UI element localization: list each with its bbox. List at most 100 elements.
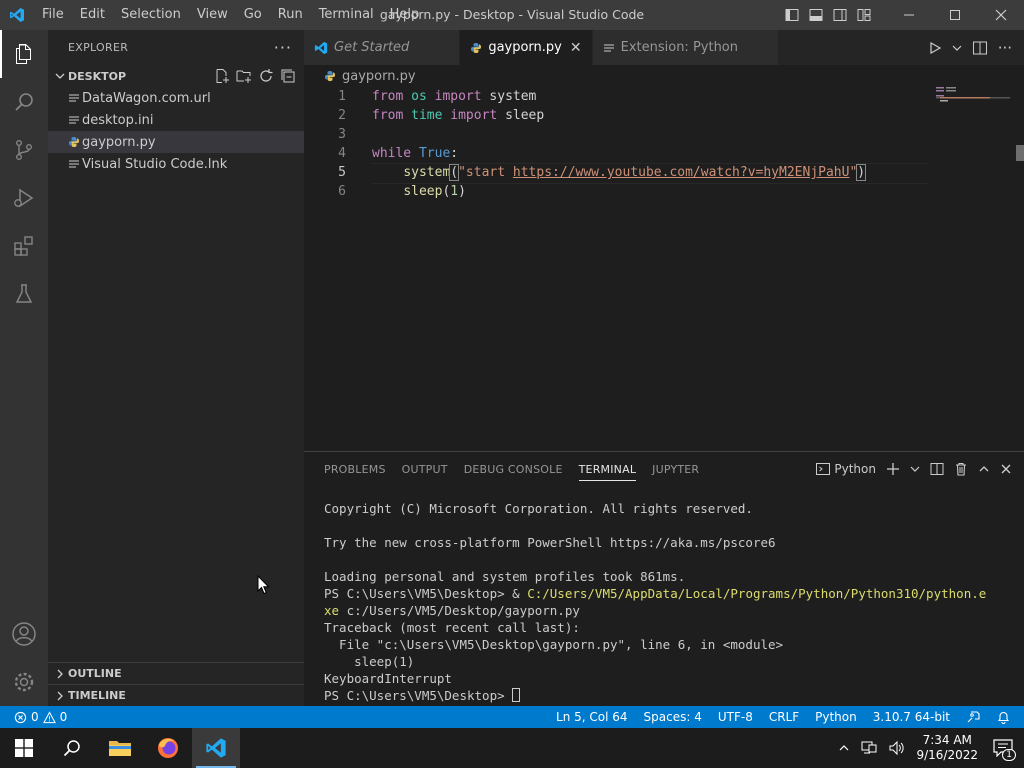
file-item-desktop-ini[interactable]: desktop.ini — [48, 109, 304, 131]
encoding[interactable]: UTF-8 — [718, 710, 753, 724]
url-link[interactable]: https://www.youtube.com/watch?v=hyM2ENjP… — [513, 165, 850, 180]
split-terminal-icon[interactable] — [930, 462, 944, 476]
menu-file[interactable]: File — [34, 0, 72, 30]
menu-terminal[interactable]: Terminal — [311, 0, 382, 30]
menu-go[interactable]: Go — [236, 0, 270, 30]
taskbar-firefox[interactable] — [144, 728, 192, 768]
activity-manage[interactable] — [0, 658, 48, 706]
terminal-line: File "c:\Users\VM5\Desktop\gayporn.py", … — [324, 637, 784, 652]
bell-icon[interactable] — [997, 710, 1010, 724]
menu-edit[interactable]: Edit — [72, 0, 113, 30]
menu-run[interactable]: Run — [270, 0, 311, 30]
code-text: from os import system — [372, 89, 536, 104]
bottom-panel: PROBLEMS OUTPUT DEBUG CONSOLE TERMINAL J… — [304, 451, 1024, 706]
tab-get-started[interactable]: Get Started — [304, 30, 461, 65]
menu-selection[interactable]: Selection — [113, 0, 189, 30]
trash-icon[interactable] — [954, 462, 968, 476]
minimize-button[interactable] — [886, 0, 932, 30]
file-icon — [66, 114, 82, 126]
split-editor-icon[interactable] — [972, 40, 988, 56]
run-debug-icon — [14, 188, 34, 208]
activity-testing[interactable] — [0, 270, 48, 318]
toggle-secondary-sidebar-button[interactable] — [828, 0, 852, 30]
vscode-logo-icon — [0, 0, 34, 30]
tab-debug-console[interactable]: DEBUG CONSOLE — [456, 452, 571, 486]
problems-status[interactable]: 0 0 — [0, 710, 67, 724]
end-of-line[interactable]: CRLF — [769, 710, 799, 724]
terminal-selector[interactable]: Python — [816, 462, 876, 476]
feedback-icon[interactable] — [966, 710, 981, 724]
chevron-up-icon[interactable] — [978, 463, 990, 475]
refresh-icon[interactable] — [258, 68, 274, 84]
outline-section[interactable]: OUTLINE — [48, 662, 304, 684]
start-button[interactable] — [0, 728, 48, 768]
chevron-right-icon — [52, 691, 68, 701]
file-item-gayporn-py[interactable]: gayporn.py — [48, 131, 304, 153]
more-actions-icon[interactable]: ··· — [998, 39, 1012, 57]
terminal-cursor — [512, 688, 521, 702]
activity-search[interactable] — [0, 78, 48, 126]
maximize-icon — [950, 10, 960, 20]
activity-extensions[interactable] — [0, 222, 48, 270]
panel-layout-icon — [809, 9, 823, 21]
volume-icon[interactable] — [888, 740, 906, 756]
cursor-position[interactable]: Ln 5, Col 64 — [556, 710, 628, 724]
windows-logo-icon — [15, 739, 33, 757]
file-item-vscode-lnk[interactable]: Visual Studio Code.lnk — [48, 153, 304, 175]
chevron-down-icon — [52, 71, 68, 81]
close-tab-icon[interactable]: ✕ — [570, 40, 582, 56]
new-file-icon[interactable] — [214, 68, 230, 84]
run-python-file-icon[interactable] — [928, 41, 942, 55]
customize-layout-button[interactable] — [852, 0, 876, 30]
activity-explorer[interactable] — [0, 30, 48, 78]
code-editor[interactable]: 1 from os import system 2 from time impo… — [304, 87, 1024, 451]
close-panel-icon[interactable] — [1000, 463, 1012, 475]
line-number: 2 — [338, 108, 346, 123]
tab-terminal[interactable]: TERMINAL — [571, 452, 645, 486]
secondary-sidebar-icon — [833, 9, 847, 21]
explorer-title: EXPLORER — [68, 41, 129, 54]
collapse-all-icon[interactable] — [280, 68, 296, 84]
folder-section-desktop[interactable]: DESKTOP — [48, 65, 304, 87]
toggle-panel-button[interactable] — [804, 0, 828, 30]
action-center-button[interactable]: 1 — [988, 728, 1018, 768]
tab-jupyter[interactable]: JUPYTER — [644, 452, 707, 486]
activity-run-debug[interactable] — [0, 174, 48, 222]
tab-gayporn-py[interactable]: gayporn.py ✕ — [460, 30, 593, 65]
tab-output[interactable]: OUTPUT — [394, 452, 456, 486]
close-window-button[interactable] — [978, 0, 1024, 30]
breadcrumb[interactable]: gayporn.py — [304, 65, 1024, 87]
python-interpreter[interactable]: 3.10.7 64-bit — [873, 710, 950, 724]
language-mode[interactable]: Python — [815, 710, 857, 724]
activity-accounts[interactable] — [0, 610, 48, 658]
menu-view[interactable]: View — [189, 0, 236, 30]
network-icon[interactable] — [860, 740, 878, 756]
search-icon — [15, 93, 33, 111]
new-folder-icon[interactable] — [236, 68, 252, 84]
chevron-down-icon[interactable] — [910, 464, 920, 474]
chevron-down-icon[interactable] — [952, 43, 962, 53]
timeline-section[interactable]: TIMELINE — [48, 684, 304, 706]
taskbar-vscode[interactable] — [192, 728, 240, 768]
tab-extension-python[interactable]: Extension: Python — [592, 30, 780, 65]
windows-taskbar: 7:34 AM 9/16/2022 1 — [0, 728, 1024, 768]
more-actions-icon[interactable]: ··· — [274, 38, 292, 57]
new-terminal-icon[interactable] — [886, 462, 900, 476]
indentation[interactable]: Spaces: 4 — [644, 710, 702, 724]
maximize-button[interactable] — [932, 0, 978, 30]
boolean-literal: True — [418, 146, 451, 161]
activity-bar — [0, 30, 48, 706]
toggle-primary-sidebar-button[interactable] — [780, 0, 804, 30]
chevron-up-icon[interactable] — [838, 742, 850, 754]
error-icon — [14, 711, 27, 723]
activity-source-control[interactable] — [0, 126, 48, 174]
terminal-output[interactable]: Copyright (C) Microsoft Corporation. All… — [304, 486, 1024, 704]
tab-problems[interactable]: PROBLEMS — [316, 452, 394, 486]
clock[interactable]: 7:34 AM 9/16/2022 — [916, 733, 978, 763]
minimap[interactable] — [936, 87, 1010, 127]
taskbar-search-button[interactable] — [48, 728, 96, 768]
file-item-datawagon[interactable]: DataWagon.com.url — [48, 87, 304, 109]
vertical-scrollbar[interactable] — [1016, 145, 1024, 161]
taskbar-file-explorer[interactable] — [96, 728, 144, 768]
menu-help[interactable]: Help — [382, 0, 428, 30]
